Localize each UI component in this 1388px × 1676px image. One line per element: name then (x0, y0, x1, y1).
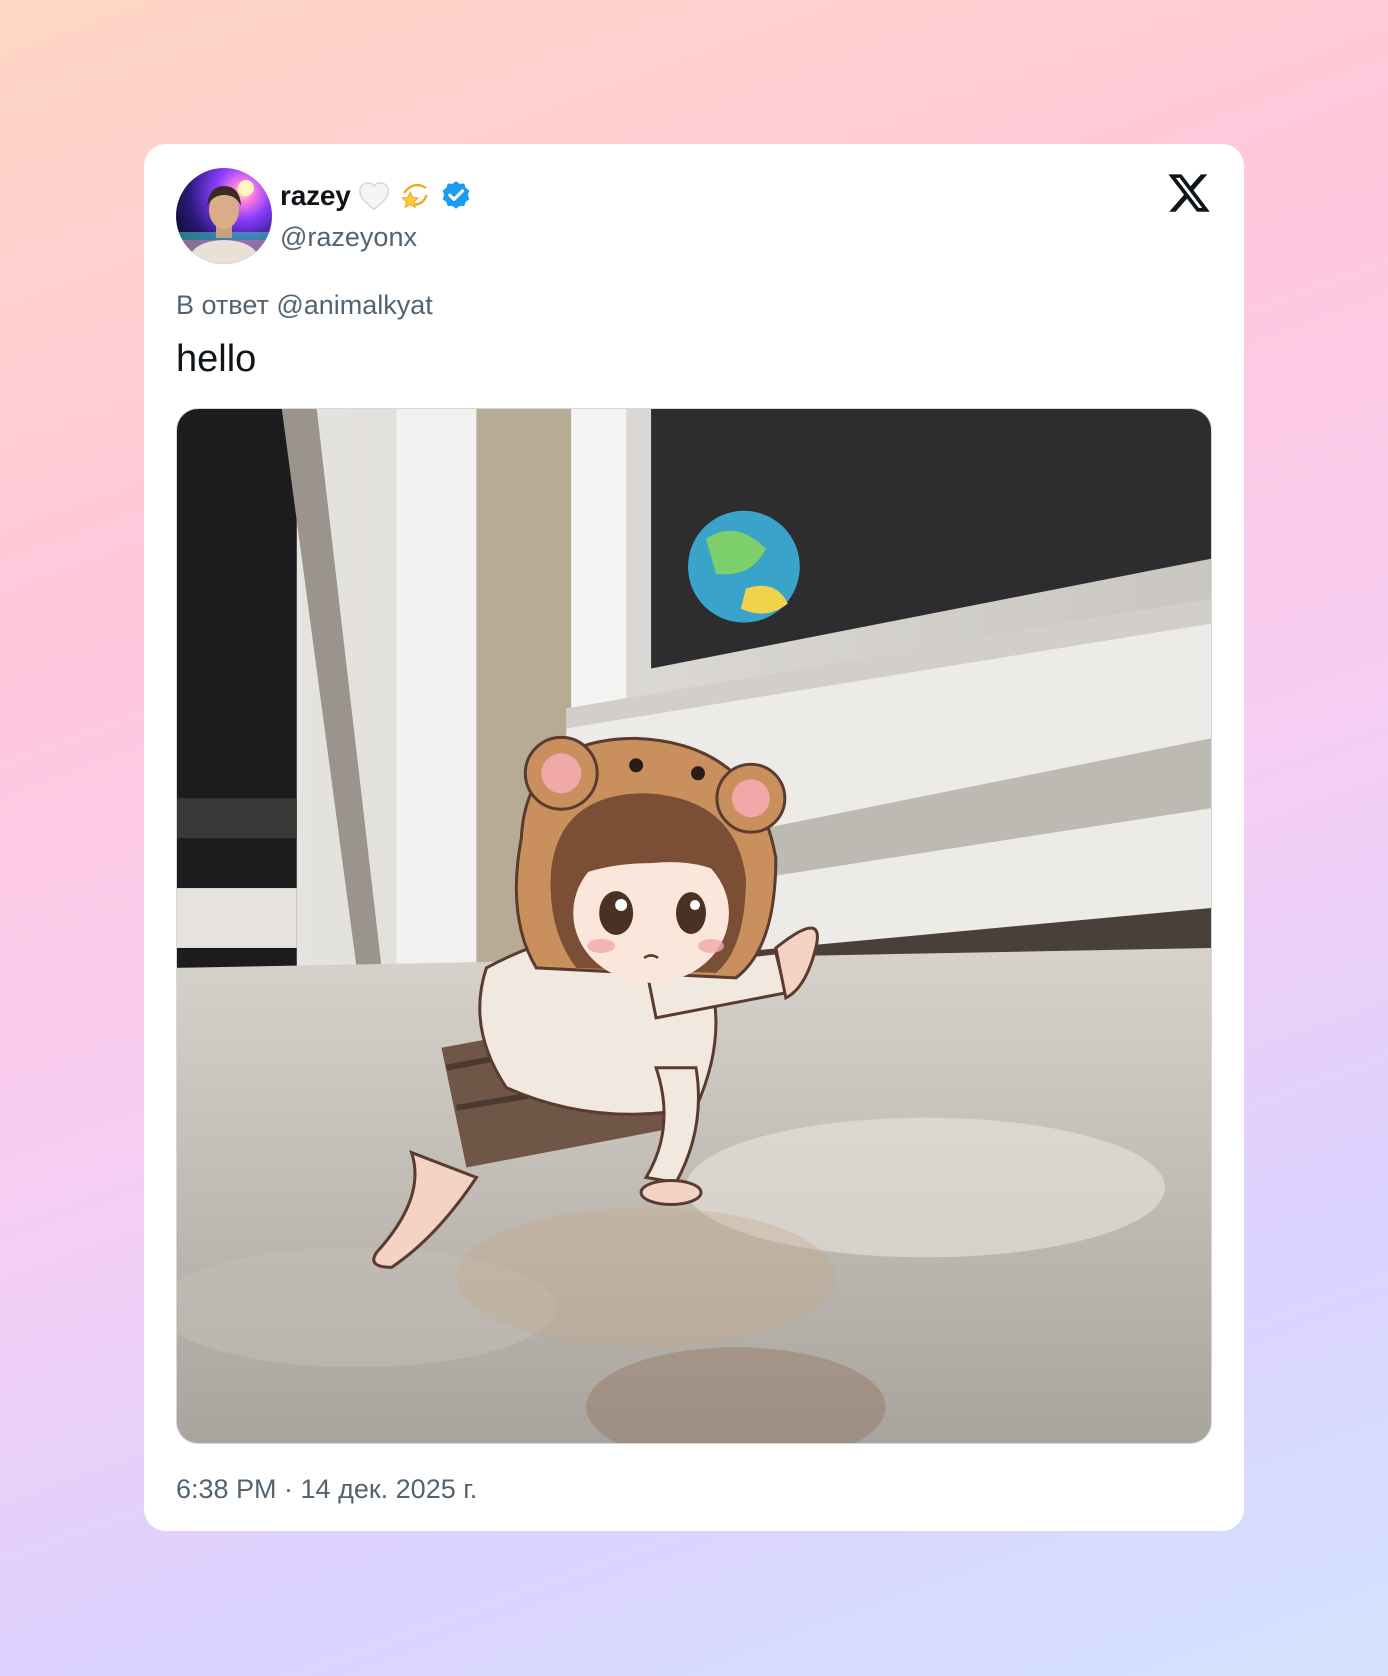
media-illustration (177, 409, 1211, 1443)
tweet-card: razey @razeyonx В ответ @animalkyat hell… (144, 144, 1244, 1531)
tweet-text: hello (176, 338, 257, 380)
author-handle[interactable]: @razeyonx (280, 222, 417, 253)
white-heart-icon (357, 179, 391, 213)
author-name-row: razey (280, 178, 473, 214)
reply-to-line[interactable]: В ответ @animalkyat (176, 290, 433, 321)
avatar[interactable] (176, 168, 272, 264)
tweet-media-image[interactable] (176, 408, 1212, 1444)
display-name[interactable]: razey (280, 180, 351, 212)
tweet-timestamp[interactable]: 6:38 PM · 14 дек. 2025 г. (176, 1474, 477, 1505)
dizzy-star-icon (397, 179, 431, 213)
avatar-image (176, 180, 272, 264)
verified-badge-icon[interactable] (439, 179, 473, 213)
x-logo-icon[interactable] (1166, 170, 1212, 216)
